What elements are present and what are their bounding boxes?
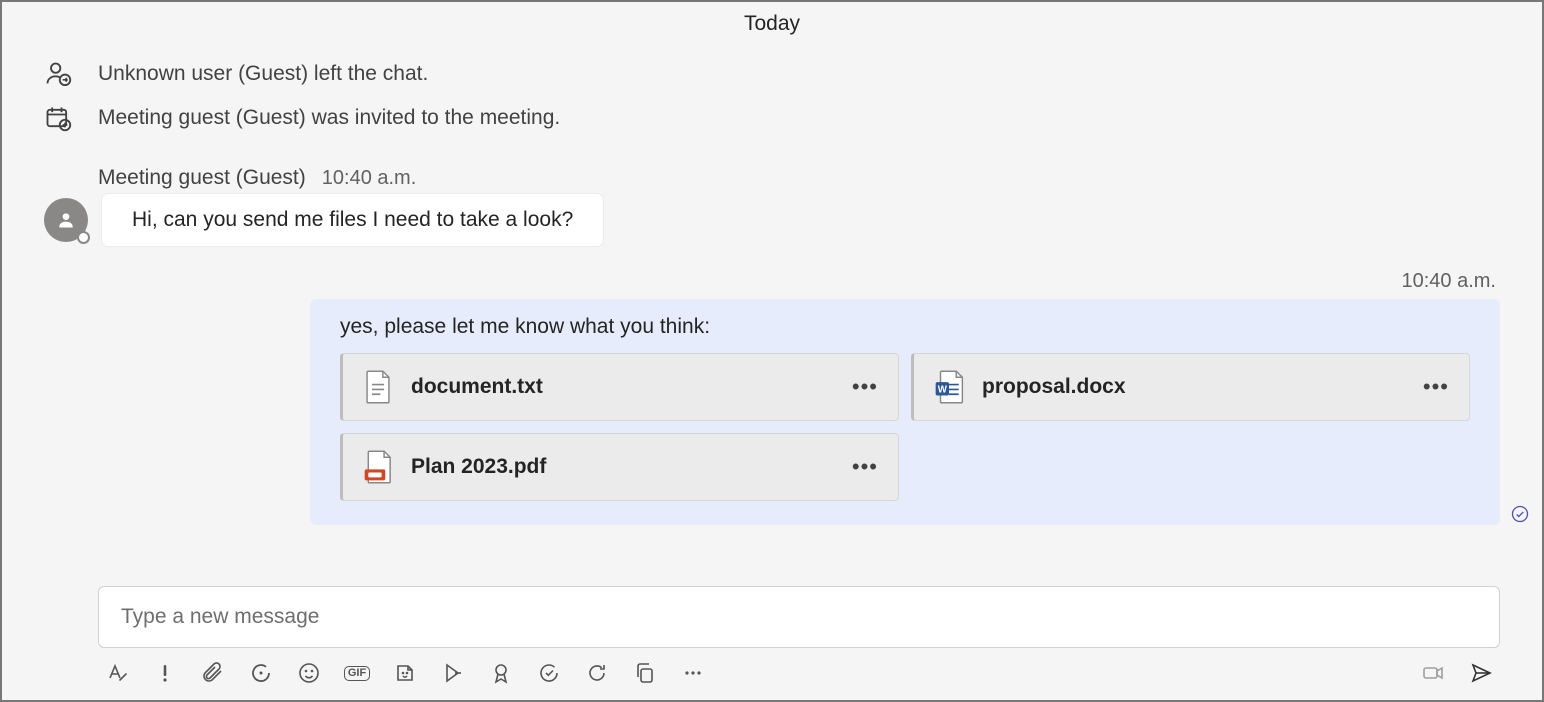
badge-icon (489, 661, 513, 685)
sticker-icon (393, 661, 417, 685)
system-event-text: Meeting guest (Guest) was invited to the… (98, 106, 560, 130)
format-icon (105, 661, 129, 685)
actions-button[interactable] (440, 660, 466, 686)
sender-line: Meeting guest (Guest) 10:40 a.m. (44, 166, 1500, 190)
sender-name: Meeting guest (Guest) (98, 166, 306, 190)
file-name: Plan 2023.pdf (411, 455, 834, 479)
loop-button[interactable] (248, 660, 274, 686)
system-event-text: Unknown user (Guest) left the chat. (98, 62, 428, 86)
refresh-icon (585, 661, 609, 685)
file-card-txt[interactable]: document.txt ••• (340, 353, 899, 421)
approval-icon (537, 661, 561, 685)
updates-button[interactable] (584, 660, 610, 686)
copy-icon (633, 661, 657, 685)
outgoing-message-row: 10:40 a.m. yes, please let me know what … (44, 270, 1500, 525)
message-time: 10:40 a.m. (1401, 270, 1500, 293)
file-name: document.txt (411, 375, 834, 399)
send-icon (1469, 661, 1493, 685)
read-receipt-icon (1510, 504, 1530, 529)
svg-text:W: W (938, 384, 948, 395)
format-button[interactable] (104, 660, 130, 686)
date-divider: Today (44, 2, 1500, 54)
presence-indicator (77, 231, 90, 244)
gif-icon: GIF (344, 666, 370, 681)
copy-button[interactable] (632, 660, 658, 686)
outgoing-bubble[interactable]: yes, please let me know what you think: … (310, 299, 1500, 525)
word-file-icon: W (934, 370, 964, 404)
loop-icon (249, 661, 273, 685)
system-event-left-chat: Unknown user (Guest) left the chat. (44, 54, 1500, 98)
file-more-button[interactable]: ••• (852, 374, 878, 400)
pdf-file-icon (363, 450, 393, 484)
user-left-icon (44, 60, 72, 88)
system-event-invited: Meeting guest (Guest) was invited to the… (44, 98, 1500, 142)
file-card-docx[interactable]: W proposal.docx ••• (911, 353, 1470, 421)
message-input[interactable] (98, 586, 1500, 648)
video-icon (1421, 661, 1445, 685)
more-button[interactable] (680, 660, 706, 686)
exclaim-icon (153, 661, 177, 685)
paperclip-icon (201, 661, 225, 685)
incoming-bubble[interactable]: Hi, can you send me files I need to take… (102, 194, 603, 246)
composer-toolbar: GIF (98, 648, 1500, 690)
ellipsis-icon (681, 661, 705, 685)
emoji-button[interactable] (296, 660, 322, 686)
message-time: 10:40 a.m. (322, 167, 417, 190)
txt-file-icon (363, 370, 393, 404)
avatar[interactable] (44, 198, 88, 242)
attach-button[interactable] (200, 660, 226, 686)
gif-button[interactable]: GIF (344, 660, 370, 686)
person-icon (56, 210, 76, 230)
approvals-button[interactable] (536, 660, 562, 686)
praise-button[interactable] (488, 660, 514, 686)
send-button[interactable] (1468, 660, 1494, 686)
priority-button[interactable] (152, 660, 178, 686)
file-name: proposal.docx (982, 375, 1405, 399)
video-button[interactable] (1420, 660, 1446, 686)
file-more-button[interactable]: ••• (852, 454, 878, 480)
file-more-button[interactable]: ••• (1423, 374, 1449, 400)
file-card-pdf[interactable]: Plan 2023.pdf ••• (340, 433, 899, 501)
attachment-grid: document.txt ••• W proposal.docx ••• (340, 353, 1470, 501)
composer: GIF (2, 586, 1542, 700)
smile-icon (297, 661, 321, 685)
play-out-icon (441, 661, 465, 685)
sticker-button[interactable] (392, 660, 418, 686)
outgoing-text: yes, please let me know what you think: (340, 315, 1470, 339)
incoming-message-row: Hi, can you send me files I need to take… (44, 194, 1500, 246)
calendar-add-icon (44, 104, 72, 132)
